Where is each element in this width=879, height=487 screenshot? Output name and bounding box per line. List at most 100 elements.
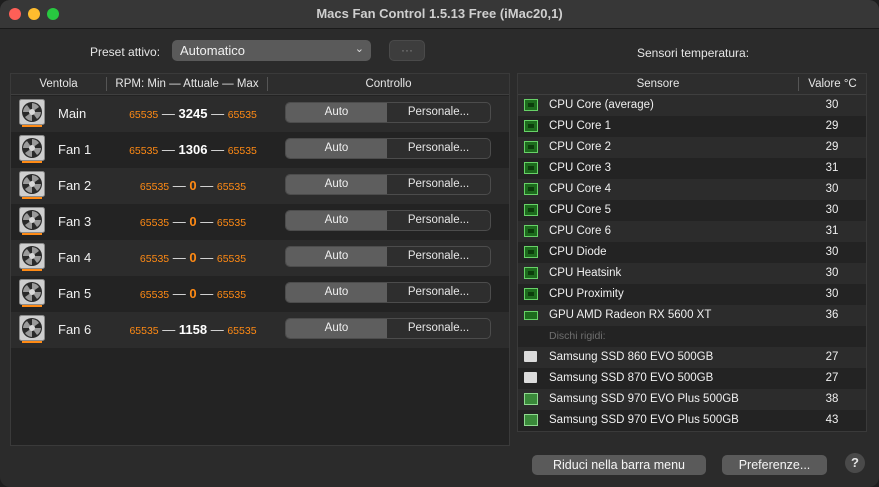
sensor-table: Sensore Valore °C CPU Core (average) 30 CP… [517, 73, 867, 432]
custom-control-button[interactable]: Personale... [387, 283, 490, 302]
cpu-chip-icon [524, 183, 538, 195]
fan-control-segment: Auto Personale... [285, 318, 491, 339]
sensor-row[interactable]: CPU Core 1 29 [518, 116, 866, 137]
column-header-sensor[interactable]: Sensore [518, 78, 798, 90]
fan-rpm-current: 0 [189, 178, 197, 193]
fan-rpm-current: 1306 [178, 142, 208, 157]
auto-control-button[interactable]: Auto [286, 175, 387, 194]
fan-rpm-current: 0 [189, 286, 197, 301]
custom-control-button[interactable]: Personale... [387, 319, 490, 338]
rpm-separator: — [200, 214, 214, 229]
cpu-chip-icon [524, 162, 538, 174]
sensor-name: CPU Core 6 [549, 225, 611, 237]
fan-rpm: 65535 — 3245 — 65535 [109, 106, 277, 121]
sensor-row[interactable]: CPU Proximity 30 [518, 284, 866, 305]
auto-control-button[interactable]: Auto [286, 283, 387, 302]
preset-select[interactable]: Automatico ⌄ [172, 40, 371, 61]
sensor-row[interactable]: Samsung SSD 870 EVO 500GB 27 [518, 368, 866, 389]
fan-rpm-max: 65535 [216, 253, 247, 265]
sensor-row[interactable]: CPU Core 2 29 [518, 137, 866, 158]
fan-name: Fan 5 [58, 286, 92, 301]
sensor-row[interactable]: CPU Core 3 31 [518, 158, 866, 179]
chevron-down-icon: ⌄ [354, 43, 364, 55]
sensor-table-header: Sensore Valore °C [518, 74, 866, 95]
more-options-icon: ··· [401, 43, 413, 57]
minimize-to-menu-bar-button[interactable]: Riduci nella barra menu [532, 455, 706, 475]
auto-control-button[interactable]: Auto [286, 319, 387, 338]
fan-name: Main [58, 106, 87, 121]
fan-control-segment: Auto Personale... [285, 246, 491, 267]
fan-name: Fan 6 [58, 322, 92, 337]
custom-control-button[interactable]: Personale... [387, 211, 490, 230]
cpu-chip-icon [524, 267, 538, 279]
fan-rpm-max: 65535 [227, 325, 257, 337]
auto-control-button[interactable]: Auto [286, 103, 387, 122]
sensor-value: 29 [825, 141, 839, 153]
custom-control-button[interactable]: Personale... [387, 139, 490, 158]
fan-row: Fan 4 65535 — 0 — 65535 Auto Personale... [11, 240, 509, 276]
sensor-row[interactable]: Samsung SSD 970 EVO Plus 500GB 38 [518, 389, 866, 410]
auto-control-button[interactable]: Auto [286, 211, 387, 230]
column-header-value[interactable]: Valore °C [799, 78, 866, 90]
rpm-separator: — [211, 142, 225, 157]
sensor-row[interactable]: CPU Core 6 31 [518, 221, 866, 242]
sensor-value: 30 [825, 267, 839, 279]
fan-rpm-min: 65535 [129, 145, 159, 157]
column-header-rpm[interactable]: RPM: Min — Attuale — Max [107, 78, 267, 90]
preset-actions-button[interactable]: ··· [389, 40, 425, 61]
fan-table: Ventola RPM: Min — Attuale — Max Control… [10, 73, 510, 446]
fan-rpm-current: 0 [189, 214, 197, 229]
sensor-name: CPU Core 4 [549, 183, 611, 195]
fan-row: Fan 3 65535 — 0 — 65535 Auto Personale... [11, 204, 509, 240]
sensor-name: Samsung SSD 860 EVO 500GB [549, 351, 714, 363]
fan-rpm-min: 65535 [139, 289, 170, 301]
sensor-value: 27 [825, 351, 839, 363]
sensor-row[interactable]: CPU Core 5 30 [518, 200, 866, 221]
cpu-chip-icon [524, 225, 538, 237]
nvme-drive-icon [524, 414, 538, 426]
sensor-value: 31 [825, 162, 839, 174]
custom-control-button[interactable]: Personale... [387, 175, 490, 194]
fan-rpm-min: 65535 [129, 109, 159, 121]
fan-rpm-max: 65535 [227, 109, 257, 121]
help-button[interactable]: ? [845, 453, 865, 473]
app-window: Macs Fan Control 1.5.13 Free (iMac20,1) … [0, 0, 879, 487]
gpu-card-icon [524, 311, 538, 320]
rpm-separator: — [200, 286, 214, 301]
sensor-value: 27 [825, 372, 839, 384]
fan-table-header: Ventola RPM: Min — Attuale — Max Control… [11, 74, 509, 95]
custom-control-button[interactable]: Personale... [387, 103, 490, 122]
sensor-row[interactable]: Samsung SSD 970 EVO Plus 500GB 43 [518, 410, 866, 431]
hard-disk-icon [524, 372, 537, 383]
fan-rpm-max: 65535 [216, 217, 247, 229]
fan-rpm: 65535 — 0 — 65535 [109, 214, 277, 229]
rpm-separator: — [200, 178, 214, 193]
sensor-row[interactable]: CPU Core (average) 30 [518, 95, 866, 116]
auto-control-button[interactable]: Auto [286, 247, 387, 266]
sensor-row[interactable]: Samsung SSD 860 EVO 500GB 27 [518, 347, 866, 368]
sensor-name: CPU Core 5 [549, 204, 611, 216]
preferences-button[interactable]: Preferenze... [722, 455, 827, 475]
sensor-row[interactable]: CPU Diode 30 [518, 242, 866, 263]
rpm-separator: — [200, 250, 214, 265]
rpm-separator: — [172, 214, 186, 229]
sensor-row[interactable]: CPU Heatsink 30 [518, 263, 866, 284]
sensor-value: 30 [825, 99, 839, 111]
sensor-name: CPU Diode [549, 246, 607, 258]
cpu-chip-icon [524, 99, 538, 111]
custom-control-button[interactable]: Personale... [387, 247, 490, 266]
cpu-chip-icon [524, 204, 538, 216]
sensor-name: CPU Core 2 [549, 141, 611, 153]
sensor-row[interactable]: CPU Core 4 30 [518, 179, 866, 200]
fan-rpm-current: 1158 [178, 322, 208, 337]
column-header-control[interactable]: Controllo [268, 78, 509, 90]
sensor-row[interactable]: GPU AMD Radeon RX 5600 XT 36 [518, 305, 866, 326]
fan-name: Fan 3 [58, 214, 92, 229]
rpm-separator: — [161, 106, 175, 121]
sensor-name: GPU AMD Radeon RX 5600 XT [549, 309, 712, 321]
auto-control-button[interactable]: Auto [286, 139, 387, 158]
sensor-row[interactable]: Dischi rigidi: [518, 326, 866, 347]
fan-control-segment: Auto Personale... [285, 138, 491, 159]
column-header-fan[interactable]: Ventola [11, 78, 106, 90]
rpm-separator: — [172, 178, 186, 193]
